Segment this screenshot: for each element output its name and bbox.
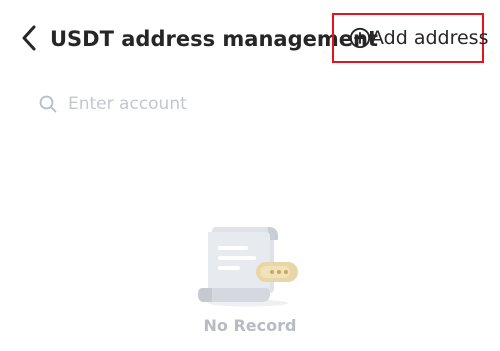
document-scroll-icon xyxy=(198,227,298,307)
search-input[interactable] xyxy=(68,89,448,119)
no-record-text: No Record xyxy=(203,316,297,335)
chevron-left-icon xyxy=(22,25,36,51)
back-button[interactable] xyxy=(18,22,44,54)
search-bar[interactable] xyxy=(36,88,466,120)
add-address-label: Add address xyxy=(371,27,489,49)
empty-state: No Record xyxy=(0,220,500,345)
search-icon xyxy=(39,95,57,113)
add-address-button[interactable]: Add address xyxy=(332,13,488,63)
plus-circle-icon xyxy=(349,27,371,49)
header: USDT address management Add address xyxy=(0,0,500,80)
page-title: USDT address management xyxy=(50,27,378,51)
